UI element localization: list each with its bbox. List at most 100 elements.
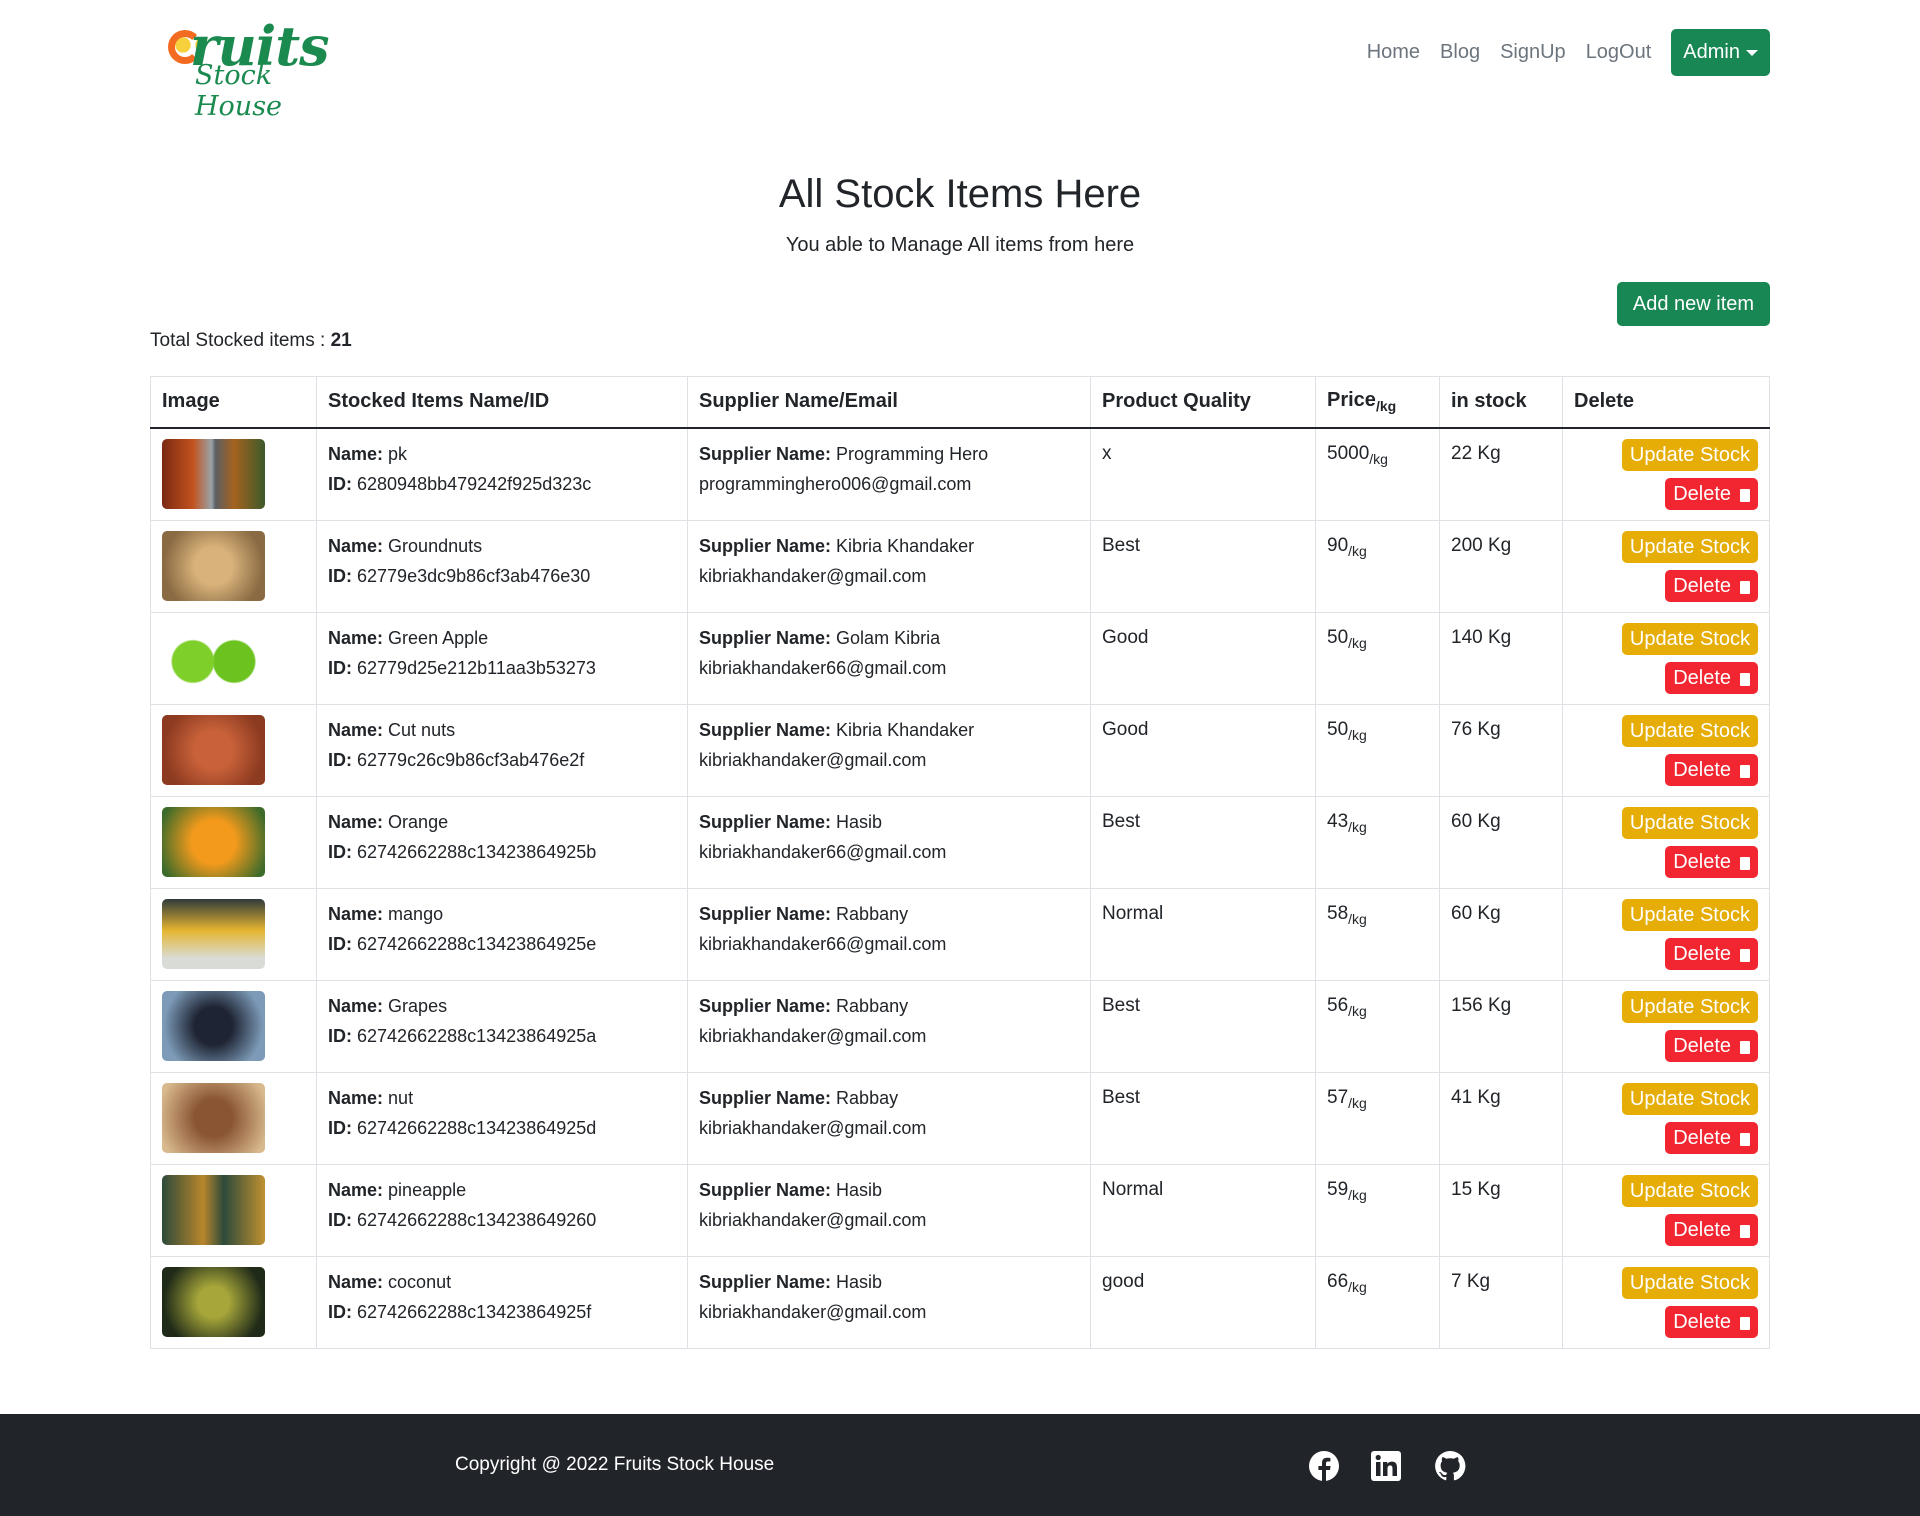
update-stock-button[interactable]: Update Stock — [1621, 1266, 1758, 1299]
in-stock: 140 Kg — [1439, 611, 1563, 705]
nav-signup[interactable]: SignUp — [1500, 41, 1566, 64]
delete-button[interactable]: Delete — [1665, 477, 1758, 510]
supplier-email: programminghero006@gmail.com — [699, 473, 972, 494]
update-stock-button[interactable]: Update Stock — [1621, 714, 1758, 747]
in-stock: 156 Kg — [1439, 979, 1563, 1073]
item-id: 62742662288c13423864925f — [357, 1301, 592, 1322]
quality: Best — [1090, 519, 1316, 613]
price: 56/kg — [1315, 979, 1440, 1073]
table-row: Name: Orange ID: 62742662288c13423864925b… — [150, 795, 1770, 889]
delete-button[interactable]: Delete — [1665, 661, 1758, 694]
supplier-name: Programming Hero — [836, 443, 989, 464]
quality: x — [1090, 427, 1316, 521]
item-name: coconut — [388, 1271, 452, 1292]
supplier-cell: Supplier Name: Kibria Khandaker kibriakha… — [687, 519, 1091, 613]
in-stock: 41 Kg — [1439, 1071, 1563, 1165]
header-name: Stocked Items Name/ID — [316, 376, 688, 429]
page-subtitle: You able to Manage All items from here — [785, 234, 1135, 256]
header-image: Image — [150, 376, 317, 429]
delete-button[interactable]: Delete — [1665, 1213, 1758, 1246]
quality: good — [1090, 1255, 1316, 1349]
update-stock-button[interactable]: Update Stock — [1621, 806, 1758, 839]
supplier-name: Rabbany — [836, 995, 909, 1016]
update-stock-button[interactable]: Update Stock — [1621, 898, 1758, 931]
table-row: Name: Grapes ID: 62742662288c13423864925a… — [150, 979, 1770, 1073]
item-name-cell: Name: nut ID: 62742662288c13423864925d — [316, 1071, 688, 1165]
update-stock-button[interactable]: Update Stock — [1621, 622, 1758, 655]
nav-blog[interactable]: Blog — [1440, 41, 1480, 64]
supplier-cell: Supplier Name: Rabbany kibriakhandaker66@… — [687, 887, 1091, 981]
item-name: Groundnuts — [388, 535, 483, 556]
item-id: 62742662288c13423864925a — [357, 1025, 597, 1046]
item-id: 62742662288c134238649260 — [357, 1209, 597, 1230]
delete-button[interactable]: Delete — [1665, 845, 1758, 878]
item-id: 62779d25e212b11aa3b53273 — [357, 657, 596, 678]
supplier-cell: Supplier Name: Programming Hero programmi… — [687, 427, 1091, 521]
update-stock-button[interactable]: Update Stock — [1621, 530, 1758, 563]
item-name-cell: Name: Orange ID: 62742662288c13423864925b — [316, 795, 688, 889]
in-stock: 60 Kg — [1439, 795, 1563, 889]
delete-button[interactable]: Delete — [1665, 753, 1758, 786]
brand-logo[interactable]: ruits Stock House — [150, 14, 360, 122]
in-stock: 200 Kg — [1439, 519, 1563, 613]
item-id: 62779c26c9b86cf3ab476e2f — [357, 749, 585, 770]
total-count: 21 — [330, 330, 352, 351]
page-title: All Stock Items Here — [778, 172, 1142, 216]
trash-icon — [1740, 949, 1750, 962]
trash-icon — [1740, 1225, 1750, 1238]
in-stock: 15 Kg — [1439, 1163, 1563, 1257]
item-id: 62742662288c13423864925e — [357, 933, 597, 954]
trash-icon — [1740, 765, 1750, 778]
update-stock-button[interactable]: Update Stock — [1621, 438, 1758, 471]
add-new-item-button[interactable]: Add new item — [1617, 282, 1770, 326]
update-stock-button[interactable]: Update Stock — [1621, 1174, 1758, 1207]
supplier-cell: Supplier Name: Hasib kibriakhandaker66@gm… — [687, 795, 1091, 889]
table-row: Name: Green Apple ID: 62779d25e212b11aa3b… — [150, 611, 1770, 705]
supplier-cell: Supplier Name: Hasib kibriakhandaker@gmai… — [687, 1255, 1091, 1349]
price: 59/kg — [1315, 1163, 1440, 1257]
trash-icon — [1740, 1317, 1750, 1330]
update-stock-button[interactable]: Update Stock — [1621, 1082, 1758, 1115]
in-stock: 22 Kg — [1439, 427, 1563, 521]
delete-button[interactable]: Delete — [1665, 937, 1758, 970]
supplier-email: kibriakhandaker66@gmail.com — [699, 933, 947, 954]
supplier-name: Hasib — [836, 811, 883, 832]
supplier-name: Rabbay — [836, 1087, 899, 1108]
delete-button[interactable]: Delete — [1665, 1029, 1758, 1062]
item-image — [162, 438, 265, 509]
trash-icon — [1740, 489, 1750, 502]
nav-logout[interactable]: LogOut — [1586, 41, 1652, 64]
item-name-cell: Name: coconut ID: 62742662288c13423864925… — [316, 1255, 688, 1349]
caret-down-icon — [1746, 49, 1758, 56]
quality: Best — [1090, 1071, 1316, 1165]
delete-button[interactable]: Delete — [1665, 569, 1758, 602]
item-image — [162, 806, 265, 877]
price: 90/kg — [1315, 519, 1440, 613]
delete-button[interactable]: Delete — [1665, 1305, 1758, 1338]
total-stocked: Total Stocked items : 21 — [150, 330, 352, 351]
supplier-email: kibriakhandaker66@gmail.com — [699, 657, 947, 678]
quality: Best — [1090, 979, 1316, 1073]
admin-dropdown[interactable]: Admin — [1671, 29, 1770, 76]
nav-home[interactable]: Home — [1367, 41, 1420, 64]
item-name-cell: Name: Green Apple ID: 62779d25e212b11aa3b… — [316, 611, 688, 705]
header-delete: Delete — [1562, 376, 1770, 429]
supplier-name: Kibria Khandaker — [836, 719, 975, 740]
item-name: Green Apple — [388, 627, 489, 648]
price: 57/kg — [1315, 1071, 1440, 1165]
supplier-email: kibriakhandaker@gmail.com — [699, 565, 927, 586]
navbar: ruits Stock House Home Blog SignUp LogOu… — [150, 14, 1770, 122]
update-stock-button[interactable]: Update Stock — [1621, 990, 1758, 1023]
price: 50/kg — [1315, 703, 1440, 797]
supplier-cell: Supplier Name: Rabbany kibriakhandaker@gm… — [687, 979, 1091, 1073]
linkedin-icon[interactable] — [1370, 1450, 1402, 1482]
price: 43/kg — [1315, 795, 1440, 889]
delete-button[interactable]: Delete — [1665, 1121, 1758, 1154]
facebook-icon[interactable] — [1308, 1450, 1340, 1482]
supplier-name: Rabbany — [836, 903, 909, 924]
in-stock: 60 Kg — [1439, 887, 1563, 981]
price: 50/kg — [1315, 611, 1440, 705]
github-icon[interactable] — [1434, 1450, 1466, 1482]
item-name-cell: Name: pk ID: 6280948bb479242f925d323c — [316, 427, 688, 521]
header-supplier: Supplier Name/Email — [687, 376, 1091, 429]
